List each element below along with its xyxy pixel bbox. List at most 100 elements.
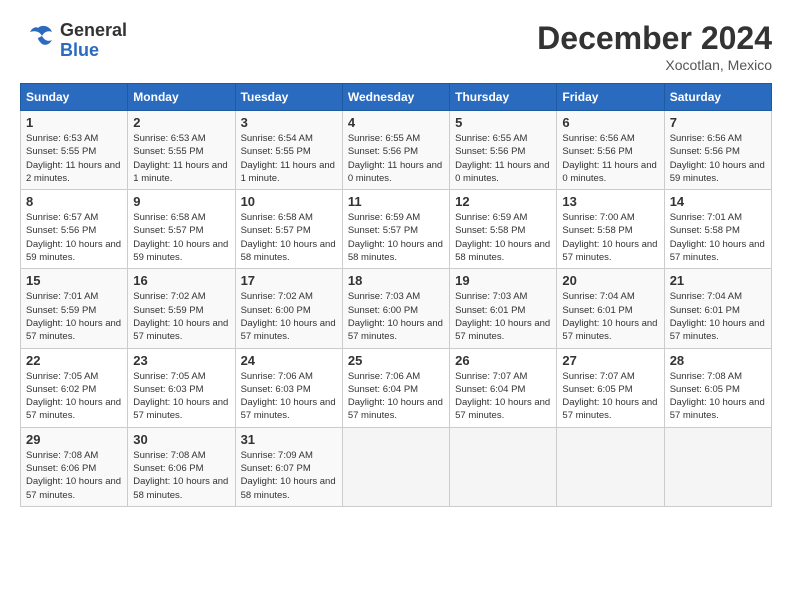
sunrise-text: Sunrise: 7:02 AM [241,291,313,302]
table-row: 29 Sunrise: 7:08 AM Sunset: 6:06 PM Dayl… [21,427,128,506]
daylight-text: Daylight: 10 hours and 58 minutes. [241,239,336,263]
sunset-text: Sunset: 6:04 PM [348,384,418,395]
sunset-text: Sunset: 6:00 PM [241,305,311,316]
day-number: 21 [670,273,766,288]
sunrise-text: Sunrise: 7:08 AM [26,450,98,461]
day-info: Sunrise: 6:58 AM Sunset: 5:57 PM Dayligh… [241,211,337,264]
col-saturday: Saturday [664,84,771,111]
table-row: 16 Sunrise: 7:02 AM Sunset: 5:59 PM Dayl… [128,269,235,348]
daylight-text: Daylight: 10 hours and 57 minutes. [26,318,121,342]
sunset-text: Sunset: 5:56 PM [562,146,632,157]
table-row: 7 Sunrise: 6:56 AM Sunset: 5:56 PM Dayli… [664,111,771,190]
day-number: 6 [562,115,658,130]
sunset-text: Sunset: 6:06 PM [133,463,203,474]
day-info: Sunrise: 6:53 AM Sunset: 5:55 PM Dayligh… [133,132,229,185]
table-row [450,427,557,506]
day-info: Sunrise: 7:06 AM Sunset: 6:03 PM Dayligh… [241,370,337,423]
table-row: 12 Sunrise: 6:59 AM Sunset: 5:58 PM Dayl… [450,190,557,269]
day-info: Sunrise: 6:59 AM Sunset: 5:57 PM Dayligh… [348,211,444,264]
sunrise-text: Sunrise: 7:06 AM [241,371,313,382]
sunset-text: Sunset: 5:57 PM [348,225,418,236]
day-number: 31 [241,432,337,447]
daylight-text: Daylight: 10 hours and 57 minutes. [133,397,228,421]
daylight-text: Daylight: 10 hours and 58 minutes. [455,239,550,263]
sunset-text: Sunset: 6:07 PM [241,463,311,474]
col-friday: Friday [557,84,664,111]
table-row: 4 Sunrise: 6:55 AM Sunset: 5:56 PM Dayli… [342,111,449,190]
day-number: 19 [455,273,551,288]
sunrise-text: Sunrise: 7:04 AM [670,291,742,302]
daylight-text: Daylight: 11 hours and 0 minutes. [455,160,549,184]
day-number: 20 [562,273,658,288]
daylight-text: Daylight: 10 hours and 57 minutes. [133,318,228,342]
day-info: Sunrise: 6:57 AM Sunset: 5:56 PM Dayligh… [26,211,122,264]
table-row [664,427,771,506]
sunrise-text: Sunrise: 7:07 AM [455,371,527,382]
day-number: 11 [348,194,444,209]
daylight-text: Daylight: 11 hours and 2 minutes. [26,160,120,184]
table-row [557,427,664,506]
daylight-text: Daylight: 10 hours and 57 minutes. [455,397,550,421]
day-number: 10 [241,194,337,209]
sunrise-text: Sunrise: 7:03 AM [455,291,527,302]
day-number: 26 [455,353,551,368]
day-number: 22 [26,353,122,368]
table-row: 14 Sunrise: 7:01 AM Sunset: 5:58 PM Dayl… [664,190,771,269]
sunrise-text: Sunrise: 7:01 AM [670,212,742,223]
sunrise-text: Sunrise: 7:02 AM [133,291,205,302]
day-info: Sunrise: 6:59 AM Sunset: 5:58 PM Dayligh… [455,211,551,264]
sunrise-text: Sunrise: 6:59 AM [455,212,527,223]
daylight-text: Daylight: 10 hours and 59 minutes. [670,160,765,184]
sunrise-text: Sunrise: 7:05 AM [133,371,205,382]
table-row [342,427,449,506]
table-row: 1 Sunrise: 6:53 AM Sunset: 5:55 PM Dayli… [21,111,128,190]
table-row: 13 Sunrise: 7:00 AM Sunset: 5:58 PM Dayl… [557,190,664,269]
sunrise-text: Sunrise: 7:04 AM [562,291,634,302]
sunset-text: Sunset: 6:00 PM [348,305,418,316]
day-info: Sunrise: 6:58 AM Sunset: 5:57 PM Dayligh… [133,211,229,264]
day-number: 25 [348,353,444,368]
sunrise-text: Sunrise: 7:07 AM [562,371,634,382]
day-number: 3 [241,115,337,130]
sunrise-text: Sunrise: 7:05 AM [26,371,98,382]
table-row: 30 Sunrise: 7:08 AM Sunset: 6:06 PM Dayl… [128,427,235,506]
daylight-text: Daylight: 10 hours and 58 minutes. [241,476,336,500]
daylight-text: Daylight: 10 hours and 57 minutes. [241,397,336,421]
daylight-text: Daylight: 10 hours and 57 minutes. [348,318,443,342]
sunset-text: Sunset: 6:03 PM [133,384,203,395]
table-row: 3 Sunrise: 6:54 AM Sunset: 5:55 PM Dayli… [235,111,342,190]
sunset-text: Sunset: 5:58 PM [455,225,525,236]
title-area: December 2024 Xocotlan, Mexico [537,20,772,73]
day-number: 27 [562,353,658,368]
day-info: Sunrise: 6:56 AM Sunset: 5:56 PM Dayligh… [670,132,766,185]
daylight-text: Daylight: 10 hours and 59 minutes. [26,239,121,263]
sunset-text: Sunset: 5:58 PM [562,225,632,236]
table-row: 23 Sunrise: 7:05 AM Sunset: 6:03 PM Dayl… [128,348,235,427]
table-row: 26 Sunrise: 7:07 AM Sunset: 6:04 PM Dayl… [450,348,557,427]
sunset-text: Sunset: 5:56 PM [670,146,740,157]
day-number: 8 [26,194,122,209]
daylight-text: Daylight: 10 hours and 57 minutes. [26,397,121,421]
daylight-text: Daylight: 10 hours and 57 minutes. [348,397,443,421]
day-number: 24 [241,353,337,368]
logo-blue-text: Blue [60,41,127,61]
sunrise-text: Sunrise: 6:56 AM [670,133,742,144]
sunrise-text: Sunrise: 6:58 AM [133,212,205,223]
day-number: 14 [670,194,766,209]
calendar-week-2: 8 Sunrise: 6:57 AM Sunset: 5:56 PM Dayli… [21,190,772,269]
sunrise-text: Sunrise: 6:57 AM [26,212,98,223]
day-info: Sunrise: 7:03 AM Sunset: 6:00 PM Dayligh… [348,290,444,343]
day-number: 29 [26,432,122,447]
sunrise-text: Sunrise: 7:01 AM [26,291,98,302]
daylight-text: Daylight: 10 hours and 57 minutes. [241,318,336,342]
table-row: 5 Sunrise: 6:55 AM Sunset: 5:56 PM Dayli… [450,111,557,190]
table-row: 22 Sunrise: 7:05 AM Sunset: 6:02 PM Dayl… [21,348,128,427]
logo-name: General Blue [60,21,127,61]
table-row: 31 Sunrise: 7:09 AM Sunset: 6:07 PM Dayl… [235,427,342,506]
table-row: 2 Sunrise: 6:53 AM Sunset: 5:55 PM Dayli… [128,111,235,190]
sunset-text: Sunset: 6:04 PM [455,384,525,395]
day-number: 16 [133,273,229,288]
day-number: 9 [133,194,229,209]
day-info: Sunrise: 7:01 AM Sunset: 5:58 PM Dayligh… [670,211,766,264]
sunset-text: Sunset: 5:56 PM [26,225,96,236]
